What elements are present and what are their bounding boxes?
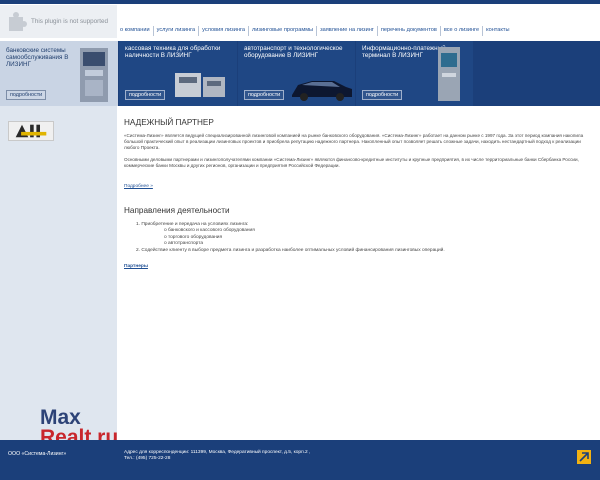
footer-company: ООО «Система-Лизинг» (8, 451, 67, 457)
nav-about[interactable]: о компании (117, 26, 153, 36)
nav-conditions[interactable]: условия лизинга (198, 26, 248, 36)
top-stripe (0, 0, 600, 4)
banner: банковские системы самообслуживания В ЛИ… (0, 41, 600, 106)
arrow-up-right-icon[interactable] (577, 450, 591, 464)
nav-programs[interactable]: лизинговые программы (247, 26, 316, 36)
banner-panel-terminal[interactable]: Информационно-платежный терминал В ЛИЗИН… (356, 41, 473, 106)
banner-more-button[interactable]: подробности (362, 90, 403, 100)
nav-application[interactable]: заявление на лизинг (316, 26, 377, 36)
banner-panel-auto[interactable]: автотранспорт и технологическое оборудов… (238, 41, 355, 106)
banner-more-button[interactable]: подробности (244, 90, 285, 100)
top-nav: о компании услуги лизинга условия лизинг… (117, 26, 513, 36)
footer-phone: Тел.: (495) 725-22-28 (124, 456, 171, 462)
banner-more-button[interactable]: подробности (125, 90, 166, 100)
page-title: НАДЕЖНЫЙ ПАРТНЕР (124, 118, 214, 127)
more-link[interactable]: Подробнее » (124, 184, 153, 189)
banner-right-filler (474, 41, 600, 106)
footer: ООО «Система-Лизинг» Адрес для корреспон… (0, 440, 600, 480)
list-item: 2. Содействие клиенту в выборе предмета … (136, 247, 445, 253)
atm-image (80, 48, 108, 102)
plugin-placeholder: This plugin is not supported (0, 5, 117, 38)
partners-paragraph: Основными деловыми партнерами и лизингоп… (124, 156, 579, 168)
intro-paragraph: «Система-Лизинг» является ведущей специа… (124, 133, 584, 151)
banner-title: кассовая техника для обработки наличност… (125, 45, 221, 59)
terminal-image (438, 47, 460, 101)
banner-panel-cash[interactable]: кассовая техника для обработки наличност… (119, 41, 237, 106)
left-sidebar (0, 106, 117, 440)
banner-panel-self-service[interactable]: банковские системы самообслуживания В ЛИ… (0, 41, 118, 106)
nav-contacts[interactable]: контакты (482, 26, 512, 36)
nav-documents[interactable]: перечень документов (376, 26, 440, 36)
partners-link[interactable]: Партнеры (124, 264, 148, 269)
footer-address-block: Адрес для корреспонденции: 111399, Москв… (124, 450, 310, 463)
main-content: НАДЕЖНЫЙ ПАРТНЕР «Система-Лизинг» являет… (124, 118, 590, 272)
banner-title: автотранспорт и технологическое оборудов… (244, 45, 343, 59)
banner-more-button[interactable]: подробности (6, 90, 47, 100)
directions-heading: Направления деятельности (124, 206, 230, 216)
puzzle-icon (5, 11, 27, 33)
directions-list: 1. Приобретение и передача на условиях л… (124, 222, 590, 254)
nav-all-about[interactable]: все о лизинге (439, 26, 482, 36)
plugin-message: This plugin is not supported (31, 18, 109, 25)
nav-services[interactable]: услуги лизинга (152, 26, 199, 36)
banner-title: банковские системы самообслуживания В ЛИ… (6, 47, 69, 68)
company-logo (8, 121, 54, 141)
